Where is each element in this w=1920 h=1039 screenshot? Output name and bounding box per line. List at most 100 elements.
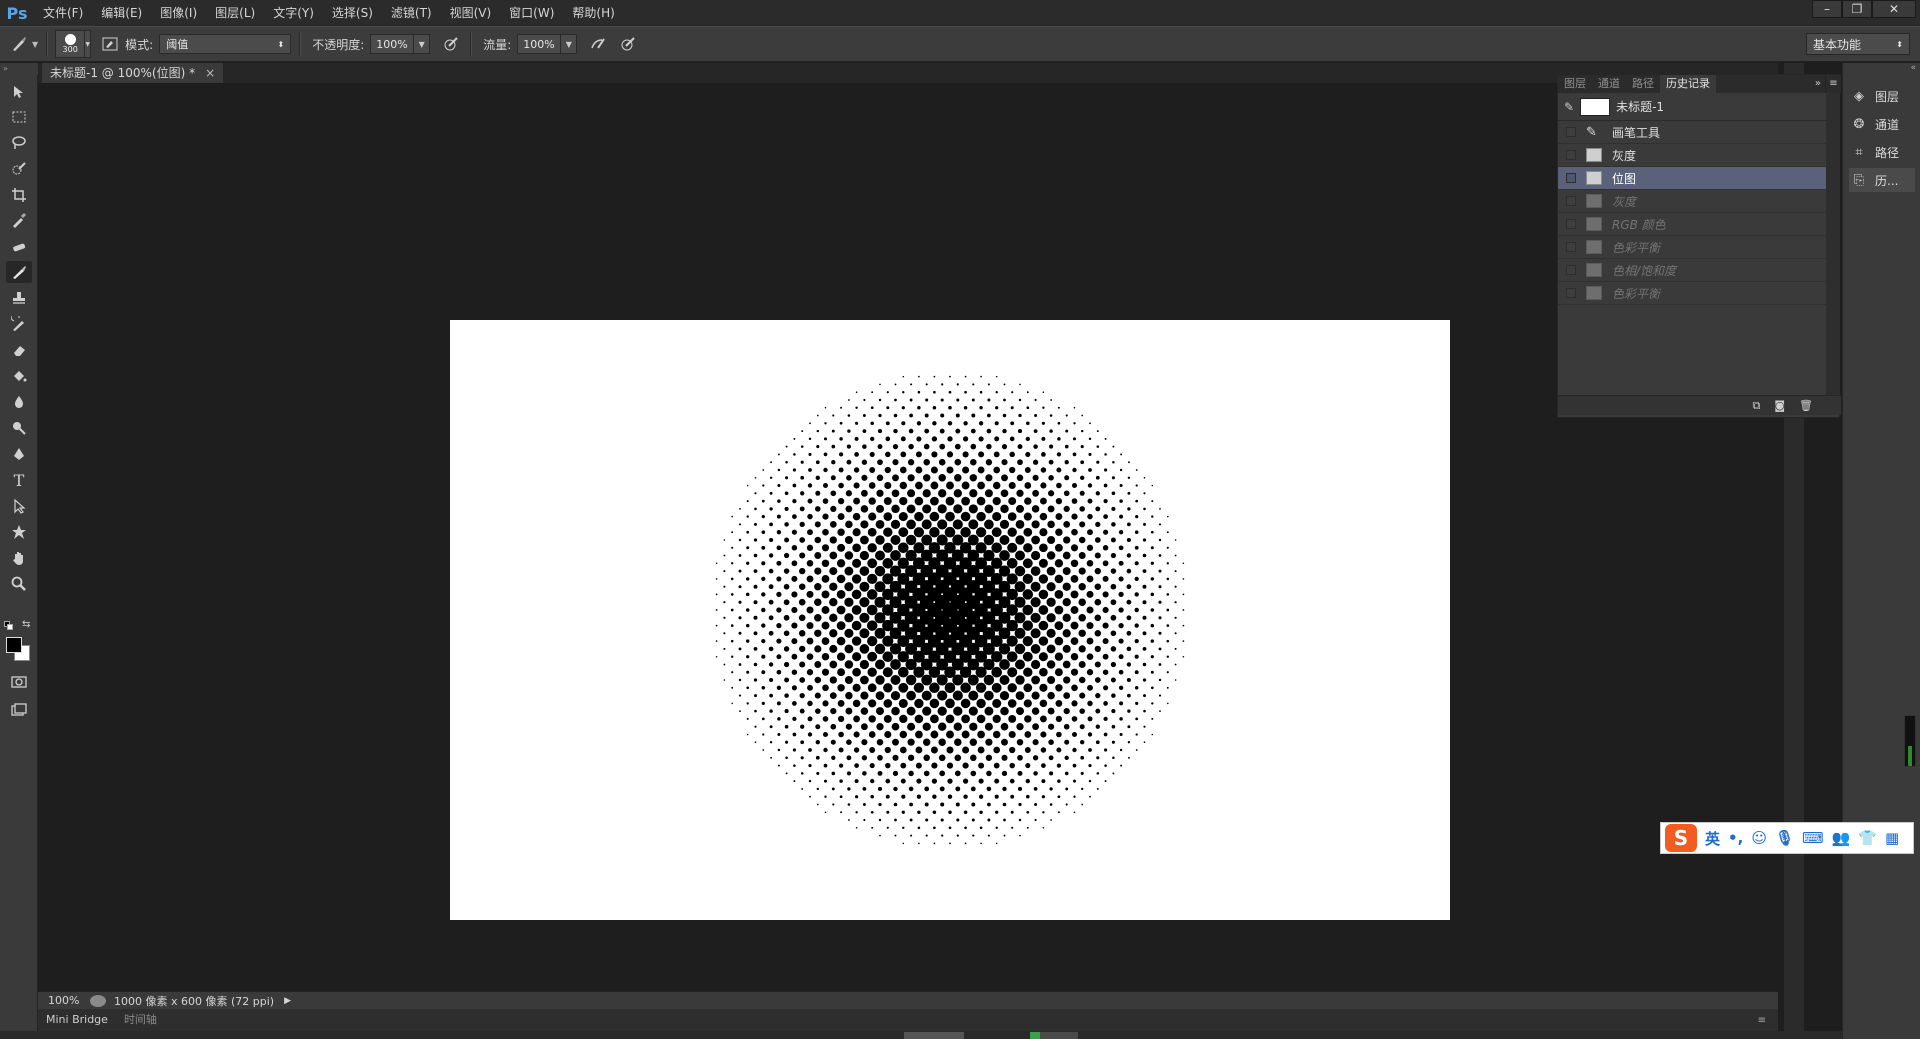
microphone-icon[interactable]: 🎙: [1775, 829, 1794, 847]
history-source-checkbox[interactable]: [1566, 288, 1576, 298]
brush-size-arrow-icon[interactable]: ▼: [85, 30, 92, 58]
brush-tool-preset-icon[interactable]: [8, 33, 30, 55]
history-state-hue-saturation[interactable]: 色相/饱和度: [1558, 259, 1826, 282]
history-source-checkbox[interactable]: [1566, 127, 1576, 137]
paint-bucket-tool-icon[interactable]: [6, 365, 32, 387]
eraser-tool-icon[interactable]: [6, 339, 32, 361]
skin-shirt-icon[interactable]: 👕: [1858, 829, 1877, 847]
pressure-opacity-icon[interactable]: [440, 33, 462, 55]
eyedropper-tool-icon[interactable]: [6, 209, 32, 231]
pen-tool-icon[interactable]: [6, 443, 32, 465]
menu-window[interactable]: 窗口(W): [500, 0, 563, 26]
default-colors-icon[interactable]: [4, 621, 14, 631]
history-state-brush-tool[interactable]: ✎ 画笔工具: [1558, 121, 1826, 144]
menu-layer[interactable]: 图层(L): [206, 0, 264, 26]
menu-select[interactable]: 选择(S): [323, 0, 382, 26]
history-state-grayscale[interactable]: 灰度: [1558, 144, 1826, 167]
panel-menu-icon[interactable]: ≡: [1758, 1015, 1766, 1026]
punctuation-icon[interactable]: •,: [1728, 829, 1743, 847]
hand-tool-icon[interactable]: [6, 547, 32, 569]
history-source-checkbox[interactable]: [1566, 173, 1576, 183]
foreground-color-swatch[interactable]: [6, 637, 22, 653]
workspace-select[interactable]: 基本功能 ⬍: [1806, 33, 1910, 55]
swap-colors-icon[interactable]: ⇆: [22, 619, 30, 630]
dodge-tool-icon[interactable]: [6, 417, 32, 439]
screen-mode-icon[interactable]: [6, 699, 32, 721]
trash-icon[interactable]: 🗑: [1799, 399, 1813, 412]
emoji-icon[interactable]: ☺: [1751, 829, 1767, 847]
keyboard-icon[interactable]: ⌨: [1802, 829, 1824, 847]
camera-snapshot-icon[interactable]: ◙: [1774, 399, 1785, 412]
toolbox-grid-icon[interactable]: ▦: [1885, 829, 1899, 847]
toolbox-collapse-icon[interactable]: »: [0, 63, 38, 75]
history-source-checkbox[interactable]: [1566, 219, 1576, 229]
sogou-logo[interactable]: S: [1665, 824, 1697, 852]
history-source-brush-icon[interactable]: ✎: [1564, 100, 1574, 114]
healing-brush-tool-icon[interactable]: [6, 236, 32, 258]
document-canvas[interactable]: [450, 320, 1450, 920]
close-icon[interactable]: ×: [205, 63, 215, 83]
tab-mini-bridge[interactable]: Mini Bridge: [38, 1009, 116, 1031]
tab-layers[interactable]: 图层: [1558, 75, 1592, 93]
airbrush-icon[interactable]: [587, 33, 609, 55]
brush-size-picker[interactable]: 300: [55, 30, 86, 58]
mode-select[interactable]: 阈值 ⬍: [159, 34, 292, 54]
panel-collapse-icon[interactable]: »: [1815, 75, 1821, 93]
dock-item-layers[interactable]: ◈ 图层: [1849, 84, 1915, 108]
panel-menu-icon[interactable]: ≡: [1825, 75, 1841, 93]
menu-filter[interactable]: 滤镜(T): [382, 0, 441, 26]
blur-tool-icon[interactable]: [6, 391, 32, 413]
document-tab[interactable]: 未标题-1 @ 100%(位图) * ×: [42, 63, 224, 83]
history-source-checkbox[interactable]: [1566, 150, 1576, 160]
dock-item-channels[interactable]: ❂ 通道: [1849, 112, 1915, 136]
history-state-rgb-color[interactable]: RGB 颜色: [1558, 213, 1826, 236]
zoom-level[interactable]: 100%: [38, 994, 88, 1007]
lasso-tool-icon[interactable]: [6, 132, 32, 154]
tab-paths[interactable]: 路径: [1626, 75, 1660, 93]
path-selection-tool-icon[interactable]: [6, 495, 32, 517]
dock-item-paths[interactable]: ⌗ 路径: [1849, 140, 1915, 164]
restore-button[interactable]: ❐: [1842, 0, 1872, 18]
clone-stamp-tool-icon[interactable]: [6, 287, 32, 309]
dock-collapse-icon[interactable]: «: [1910, 63, 1916, 73]
menu-type[interactable]: 文字(Y): [264, 0, 323, 26]
pressure-size-icon[interactable]: [617, 33, 639, 55]
close-window-button[interactable]: ✕: [1872, 0, 1916, 18]
history-snapshot[interactable]: ✎ 未标题-1: [1558, 93, 1826, 121]
menu-help[interactable]: 帮助(H): [563, 0, 623, 26]
quick-mask-icon[interactable]: [6, 671, 32, 693]
flow-input[interactable]: 100%: [517, 34, 562, 54]
menu-edit[interactable]: 编辑(E): [92, 0, 151, 26]
history-source-checkbox[interactable]: [1566, 265, 1576, 275]
status-info-icon[interactable]: [90, 994, 106, 1007]
history-source-checkbox[interactable]: [1566, 242, 1576, 252]
flow-dropdown-icon[interactable]: ▼: [561, 34, 578, 54]
quick-selection-tool-icon[interactable]: [6, 158, 32, 180]
dock-item-history[interactable]: ⎘ 历...: [1849, 168, 1915, 192]
brush-panel-toggle-icon[interactable]: [99, 33, 121, 55]
status-menu-arrow-icon[interactable]: ▶: [284, 996, 291, 1006]
history-state-bitmap[interactable]: 位图: [1558, 167, 1826, 190]
preset-dropdown-arrow-icon[interactable]: ▼: [32, 40, 38, 49]
opacity-dropdown-icon[interactable]: ▼: [414, 34, 431, 54]
new-document-from-state-icon[interactable]: ⧉: [1752, 399, 1760, 413]
history-source-checkbox[interactable]: [1566, 196, 1576, 206]
history-scrollbar[interactable]: [1826, 93, 1840, 395]
history-brush-tool-icon[interactable]: [6, 313, 32, 335]
custom-shape-tool-icon[interactable]: [6, 521, 32, 543]
user-icon[interactable]: 👥: [1832, 829, 1851, 847]
opacity-input[interactable]: 100%: [370, 34, 415, 54]
type-tool-icon[interactable]: T: [6, 469, 32, 491]
history-state-grayscale-undone[interactable]: 灰度: [1558, 190, 1826, 213]
menu-file[interactable]: 文件(F): [34, 0, 92, 26]
marquee-tool-icon[interactable]: [6, 106, 32, 128]
minimize-button[interactable]: –: [1812, 0, 1842, 18]
tab-channels[interactable]: 通道: [1592, 75, 1626, 93]
menu-image[interactable]: 图像(I): [151, 0, 206, 26]
brush-tool-icon[interactable]: [6, 261, 32, 283]
ime-language-toggle[interactable]: 英: [1705, 828, 1720, 849]
menu-view[interactable]: 视图(V): [441, 0, 501, 26]
move-tool-icon[interactable]: [6, 81, 32, 103]
tab-timeline[interactable]: 时间轴: [116, 1009, 165, 1031]
history-state-color-balance-2[interactable]: 色彩平衡: [1558, 282, 1826, 305]
